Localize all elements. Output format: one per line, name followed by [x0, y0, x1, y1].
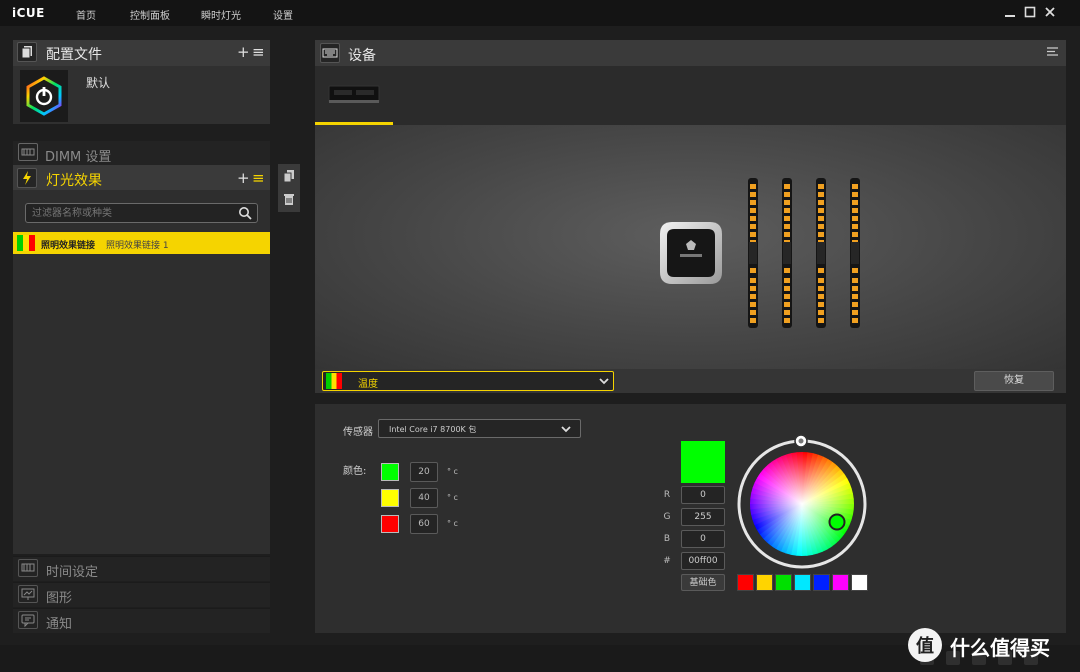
preset-color-cyan[interactable]: [794, 574, 811, 591]
temperature-gradient-icon: [326, 373, 342, 389]
temp-input-2[interactable]: 40: [410, 488, 438, 508]
device-tab-dimm[interactable]: [326, 74, 382, 114]
ram-stick-2[interactable]: [780, 178, 794, 328]
effect-detail: 照明效果链接 1: [106, 241, 169, 251]
preset-color-red[interactable]: [737, 574, 754, 591]
nav-settings[interactable]: 设置: [273, 7, 293, 22]
memory-module-icon: [328, 85, 380, 103]
nav-dashboard[interactable]: 控制面板: [130, 7, 170, 22]
ram-stick-1[interactable]: [746, 178, 760, 328]
devices-header: [315, 40, 1066, 66]
profiles-title: 配置文件: [46, 47, 102, 63]
watermark-logo-icon: 值: [908, 628, 942, 662]
watermark-text: 什么值得买: [950, 636, 1050, 660]
temp-unit-3: ° c: [447, 519, 458, 528]
g-label: G: [663, 512, 671, 522]
profile-icon: [17, 42, 37, 62]
maximize-icon[interactable]: [1023, 5, 1037, 19]
preset-color-blue[interactable]: [813, 574, 830, 591]
timer-icon: [18, 559, 38, 577]
device-tab-bar: [315, 66, 1066, 125]
preset-color-green[interactable]: [775, 574, 792, 591]
icue-logo-icon: [26, 76, 62, 116]
restore-button[interactable]: 恢复: [974, 371, 1054, 391]
cpu-cooler[interactable]: [658, 220, 724, 286]
hex-label: #: [663, 556, 671, 566]
copy-icon[interactable]: [282, 168, 296, 187]
temp-unit-2: ° c: [447, 493, 458, 502]
timer-label: 时间设定: [46, 565, 99, 580]
r-label: R: [663, 490, 671, 500]
color-wheel[interactable]: [734, 434, 870, 570]
profile-menu-button[interactable]: ≡: [252, 44, 265, 60]
lightning-icon: [17, 168, 37, 188]
ram-stick-4[interactable]: [848, 178, 862, 328]
minimize-icon[interactable]: [1003, 5, 1017, 19]
preset-color-magenta[interactable]: [832, 574, 849, 591]
temp-unit-1: ° c: [447, 467, 458, 476]
color-stop-swatch-2[interactable]: [381, 489, 399, 507]
devices-title: 设备: [348, 48, 376, 64]
chevron-down-icon: [560, 423, 572, 437]
keyboard-icon: [320, 43, 340, 63]
profile-name: 默认: [86, 76, 111, 90]
profile-thumbnail: [20, 70, 68, 122]
filter-input[interactable]: [25, 203, 258, 223]
current-color-preview: [681, 441, 725, 483]
trash-icon[interactable]: [282, 191, 296, 210]
temp-input-1[interactable]: 20: [410, 462, 438, 482]
svg-text:值: 值: [916, 635, 934, 657]
hex-input[interactable]: 00ff00: [681, 552, 725, 570]
g-input[interactable]: 255: [681, 508, 725, 526]
temperature-gradient-icon: [17, 235, 35, 251]
add-profile-button[interactable]: +: [237, 44, 250, 60]
effect-name: 照明效果链接: [41, 241, 96, 251]
dimm-icon: [18, 143, 38, 161]
graph-icon: [18, 585, 38, 603]
ram-stick-3[interactable]: [814, 178, 828, 328]
color-label: 颜色:: [343, 466, 367, 477]
nav-instant-lighting[interactable]: 瞬时灯光: [201, 7, 241, 22]
add-effect-button[interactable]: +: [237, 170, 250, 186]
dimm-settings-label: DIMM 设置: [45, 150, 112, 165]
preset-color-white[interactable]: [851, 574, 868, 591]
color-stop-swatch-3[interactable]: [381, 515, 399, 533]
notification-icon: [18, 611, 38, 629]
nav-home[interactable]: 首页: [76, 7, 96, 22]
close-icon[interactable]: [1043, 5, 1057, 19]
graph-label: 图形: [46, 591, 73, 606]
base-color-button[interactable]: 基础色: [681, 574, 725, 591]
b-input[interactable]: 0: [681, 530, 725, 548]
r-input[interactable]: 0: [681, 486, 725, 504]
sensor-select-value: Intel Core i7 8700K 包: [389, 425, 477, 434]
chevron-down-icon: [598, 375, 610, 389]
preset-color-yellow[interactable]: [756, 574, 773, 591]
device-menu-icon[interactable]: [1046, 46, 1060, 61]
temp-input-3[interactable]: 60: [410, 514, 438, 534]
effect-select-label: 温度: [358, 379, 378, 390]
app-title: iCUE: [12, 6, 45, 20]
search-icon[interactable]: [238, 206, 252, 223]
effect-menu-button[interactable]: ≡: [252, 170, 265, 186]
b-label: B: [663, 534, 671, 544]
lighting-title: 灯光效果: [46, 173, 102, 189]
color-stop-swatch-1[interactable]: [381, 463, 399, 481]
sensor-label: 传感器: [343, 427, 373, 438]
notification-label: 通知: [46, 617, 73, 632]
